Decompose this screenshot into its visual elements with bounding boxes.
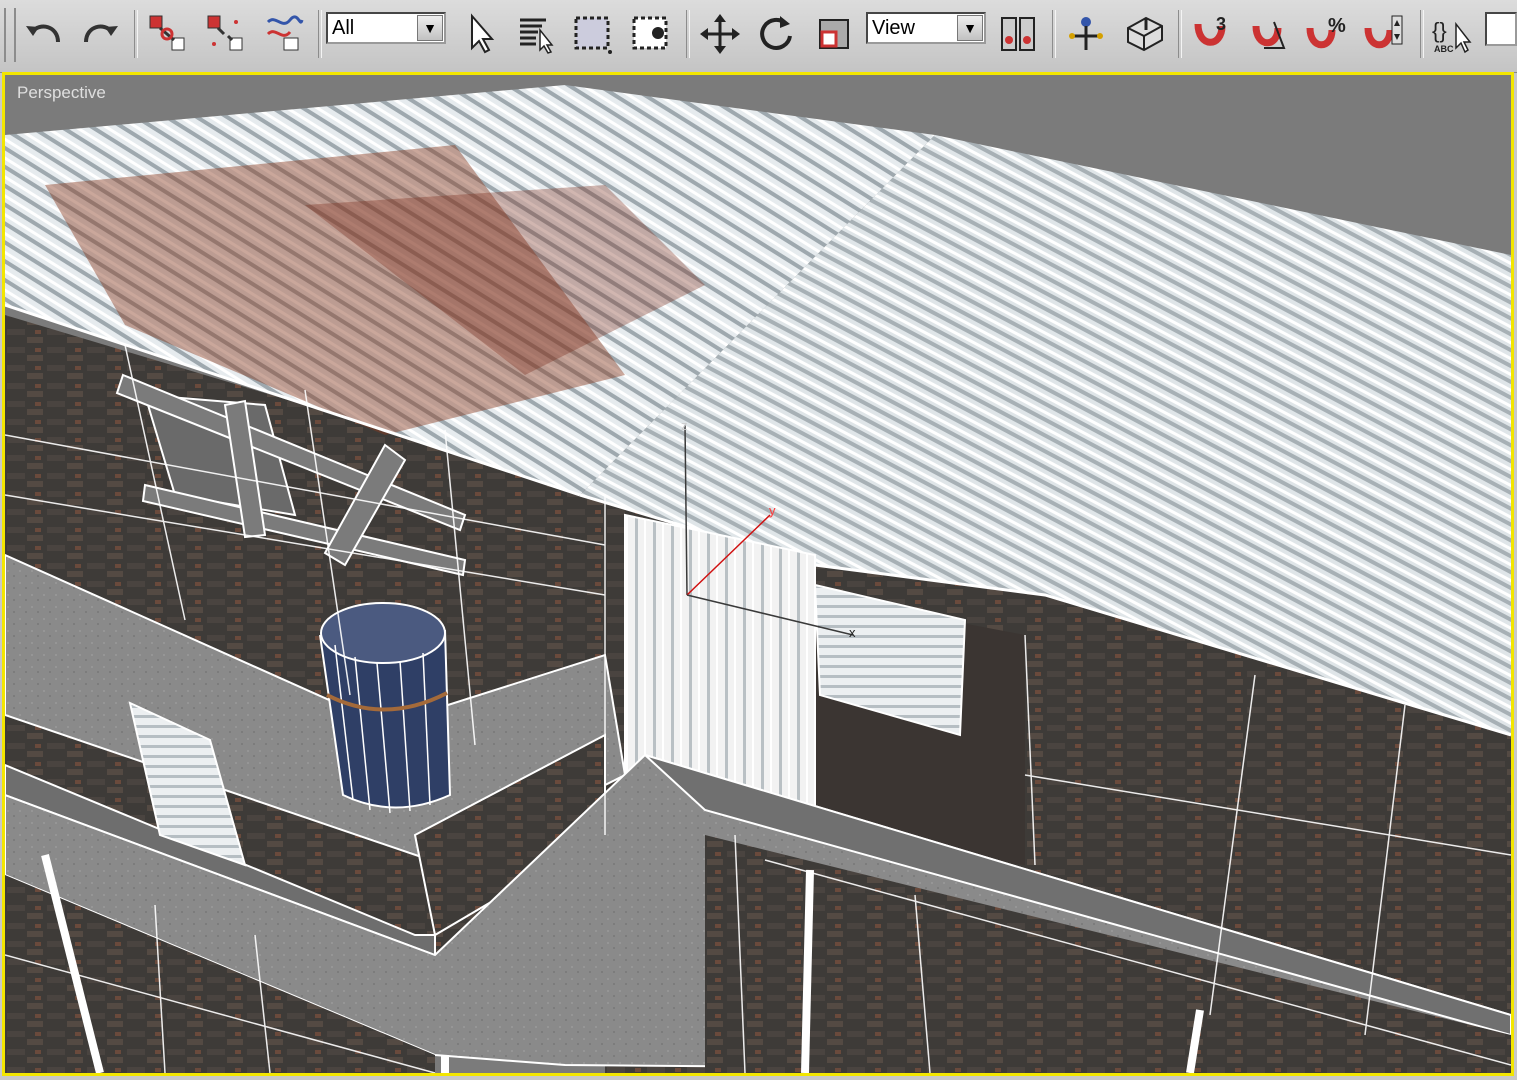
toolbar-separator — [1420, 10, 1424, 58]
select-and-link-button[interactable] — [144, 8, 192, 60]
rectangular-selection-region-button[interactable] — [568, 8, 616, 60]
svg-text:3: 3 — [1216, 14, 1226, 34]
undo-icon — [26, 24, 60, 43]
toolbar-separator — [686, 10, 690, 58]
toolbar-separator — [1052, 10, 1056, 58]
svg-text:%: % — [1328, 15, 1346, 37]
rectangle-selection-icon — [574, 16, 612, 54]
window-crossing-icon — [632, 16, 668, 50]
pivot-center-icon — [1001, 17, 1035, 51]
named-selection-sets-icon: {}ABC — [1432, 18, 1472, 54]
space-warp-icon — [266, 15, 304, 51]
unlink-icon — [207, 15, 243, 51]
select-by-name-icon — [520, 18, 554, 54]
reference-coordinate-system-dropdown[interactable]: View ▼ — [866, 12, 986, 44]
redo-button[interactable] — [76, 8, 124, 60]
scene-render: z y x — [5, 85, 1511, 1073]
select-and-rotate-button[interactable] — [752, 8, 800, 60]
percent-snap-toggle-button[interactable]: % — [1302, 8, 1350, 60]
gizmo-axis-z: z — [681, 418, 688, 433]
svg-text:{}: {} — [1432, 18, 1447, 43]
angle-snap-icon — [1252, 21, 1286, 49]
chevron-down-icon[interactable]: ▼ — [417, 15, 443, 41]
selection-filter-dropdown[interactable]: All ▼ — [326, 12, 446, 44]
perspective-viewport[interactable]: z y x Perspective — [2, 72, 1514, 1076]
use-pivot-center-button[interactable] — [994, 8, 1042, 60]
select-object-button[interactable] — [456, 8, 504, 60]
keyboard-shortcut-icon — [1127, 16, 1163, 52]
chevron-down-icon[interactable]: ▼ — [957, 15, 983, 41]
scale-icon — [819, 19, 849, 49]
selection-filter-value: All — [332, 17, 355, 39]
select-and-manipulate-button[interactable] — [1062, 8, 1110, 60]
toolbar-separator — [318, 10, 322, 58]
link-icon — [149, 15, 185, 51]
named-selection-sets-field[interactable] — [1485, 12, 1517, 46]
select-and-scale-button[interactable] — [810, 8, 858, 60]
gizmo-axis-x: x — [849, 625, 856, 640]
rotate-icon — [760, 16, 792, 50]
spinner-snap-toggle-button[interactable] — [1360, 8, 1408, 60]
snaps-toggle-button[interactable]: 3 — [1186, 8, 1234, 60]
viewport-label[interactable]: Perspective — [17, 83, 106, 103]
unlink-selection-button[interactable] — [202, 8, 250, 60]
select-by-name-button[interactable] — [512, 8, 560, 60]
move-icon — [700, 14, 740, 54]
toolbar-grip[interactable] — [4, 8, 16, 62]
percent-snap-icon: % — [1306, 15, 1346, 49]
reference-coordinate-system-value: View — [872, 17, 915, 39]
main-toolbar: All ▼ View ▼ 3 % {} ABC — [0, 0, 1517, 73]
magnet-3d-icon: 3 — [1194, 14, 1226, 46]
gizmo-axis-y: y — [769, 503, 776, 518]
angle-snap-toggle-button[interactable] — [1244, 8, 1292, 60]
bind-to-space-warp-button[interactable] — [260, 8, 308, 60]
select-and-move-button[interactable] — [696, 8, 744, 60]
toolbar-separator — [1178, 10, 1182, 58]
keyboard-shortcut-override-button[interactable] — [1120, 8, 1168, 60]
edit-named-selection-sets-button[interactable]: {} ABC — [1428, 8, 1476, 60]
window-crossing-button[interactable] — [626, 8, 674, 60]
spinner-snap-icon — [1364, 15, 1403, 49]
manipulate-icon — [1069, 17, 1103, 50]
undo-button[interactable] — [20, 8, 68, 60]
toolbar-separator — [134, 10, 138, 58]
redo-icon — [84, 24, 118, 43]
cursor-arrow-icon — [471, 13, 495, 54]
svg-text:ABC: ABC — [1434, 44, 1454, 54]
